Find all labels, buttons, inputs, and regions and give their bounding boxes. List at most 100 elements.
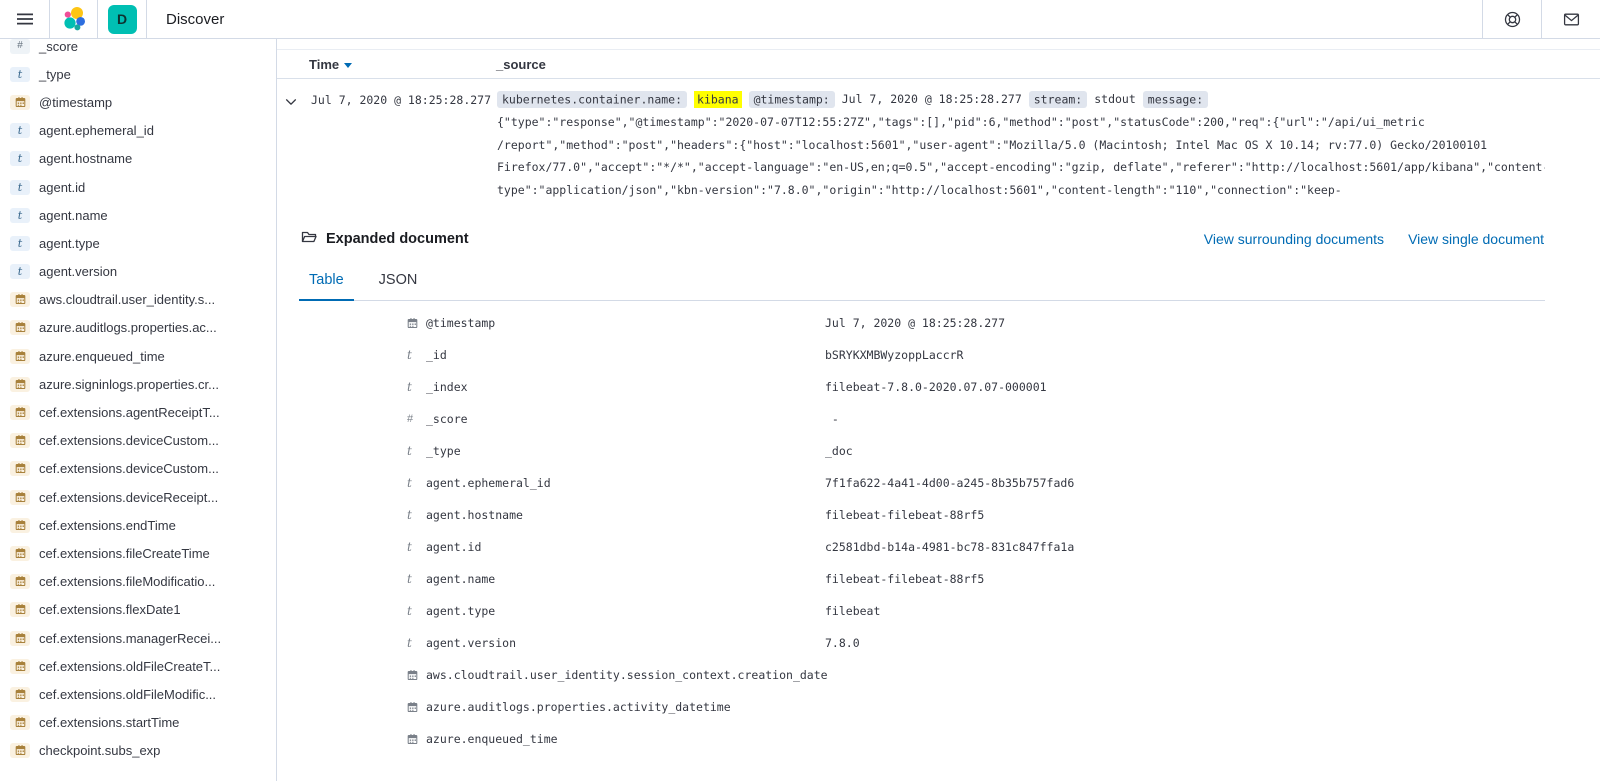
view-surrounding-documents-link[interactable]: View surrounding documents <box>1204 231 1384 247</box>
string-type-icon: t <box>407 605 423 617</box>
sidebar-field-azure-enqueued-time[interactable]: azure.enqueued_time <box>0 342 276 370</box>
string-type-icon: t <box>407 573 423 585</box>
view-single-document-link[interactable]: View single document <box>1408 231 1544 247</box>
sidebar-field-label: checkpoint.subs_exp <box>39 743 160 758</box>
doc-field-row-score: #_score - <box>277 403 1600 435</box>
document-row: Jul 7, 2020 @ 18:25:28.277 kubernetes.co… <box>277 79 1600 201</box>
sidebar-field-cef-extensions-devicecustom[interactable]: cef.extensions.deviceCustom... <box>0 427 276 455</box>
elastic-logo-icon[interactable] <box>50 0 97 38</box>
date-type-icon <box>10 461 30 476</box>
doc-field-name: _id <box>426 348 825 362</box>
doc-field-value: filebeat-filebeat-88rf5 <box>825 508 1600 522</box>
sidebar-field-aws-cloudtrail-user-identity-s[interactable]: aws.cloudtrail.user_identity.s... <box>0 286 276 314</box>
sidebar-field-cef-extensions-oldfilecreatet[interactable]: cef.extensions.oldFileCreateT... <box>0 652 276 680</box>
sidebar-field-label: cef.extensions.managerRecei... <box>39 631 221 646</box>
doc-viewer-table: @timestampJul 7, 2020 @ 18:25:28.277t_id… <box>277 307 1600 755</box>
string-type-icon: t <box>10 208 30 223</box>
doc-field-row-agent-type: tagent.typefilebeat <box>277 595 1600 627</box>
date-type-icon <box>10 574 30 589</box>
sidebar-field-label: cef.extensions.deviceCustom... <box>39 433 219 448</box>
date-type-icon <box>10 405 30 420</box>
sidebar-field-azure-signinlogs-properties-cr[interactable]: azure.signinlogs.properties.cr... <box>0 370 276 398</box>
sidebar-field-label: cef.extensions.endTime <box>39 518 176 533</box>
sidebar-field-agent-name[interactable]: t agent.name <box>0 201 276 229</box>
sidebar-field-agent-version[interactable]: tagent.version <box>0 258 276 286</box>
document-source-text: /report","method":"post","headers":{"hos… <box>497 134 1545 156</box>
sidebar-field-cef-extensions-oldfilemodific[interactable]: cef.extensions.oldFileModific... <box>0 680 276 708</box>
document-source-text: {"type":"response","@timestamp":"2020-07… <box>497 111 1545 133</box>
string-type-icon: t <box>407 349 423 361</box>
doc-field-value: 7.8.0 <box>825 636 1600 650</box>
doc-field-value: Jul 7, 2020 @ 18:25:28.277 <box>825 316 1600 330</box>
sidebar-field-timestamp[interactable]: @timestamp <box>0 88 276 116</box>
sidebar-field-cef-extensions-flexdate1[interactable]: cef.extensions.flexDate1 <box>0 596 276 624</box>
sidebar-field-label: azure.signinlogs.properties.cr... <box>39 377 219 392</box>
sidebar-field-agent-ephemeral-id[interactable]: tagent.ephemeral_id <box>0 117 276 145</box>
time-column-header[interactable]: Time <box>309 57 496 72</box>
date-type-icon <box>10 377 30 392</box>
string-type-icon: t <box>10 123 30 138</box>
date-type-icon <box>407 734 423 745</box>
doc-field-name: @timestamp <box>426 316 825 330</box>
sidebar-field-cef-extensions-devicereceipt[interactable]: cef.extensions.deviceReceipt... <box>0 483 276 511</box>
date-type-icon <box>10 320 30 335</box>
date-type-icon <box>10 743 30 758</box>
sidebar-field-label: agent.name <box>39 208 108 223</box>
sidebar-field-cef-extensions-devicecustom[interactable]: cef.extensions.deviceCustom... <box>0 455 276 483</box>
newsfeed-icon[interactable] <box>1563 11 1580 28</box>
sidebar-field-type[interactable]: t_type <box>0 60 276 88</box>
tab-json[interactable]: JSON <box>369 267 428 300</box>
sidebar-field-azure-auditlogs-properties-ac[interactable]: azure.auditlogs.properties.ac... <box>0 314 276 342</box>
document-time: Jul 7, 2020 @ 18:25:28.277 <box>311 88 497 107</box>
document-source-text: Firefox/77.0","accept":"*/*","accept-lan… <box>497 156 1545 178</box>
sidebar-field-cef-extensions-managerrecei[interactable]: cef.extensions.managerRecei... <box>0 624 276 652</box>
doc-field-row-agent-version: tagent.version7.8.0 <box>277 627 1600 659</box>
doc-field-name: agent.id <box>426 540 825 554</box>
doc-field-row-agent-ephemeral-id: tagent.ephemeral_id7f1fa622-4a41-4d00-a2… <box>277 467 1600 499</box>
sidebar-field-score[interactable]: #_score <box>0 39 276 60</box>
sidebar-field-label: azure.auditlogs.properties.ac... <box>39 320 217 335</box>
date-type-icon <box>10 292 30 307</box>
sidebar-field-label: aws.cloudtrail.user_identity.s... <box>39 292 215 307</box>
source-field-badge: kubernetes.container.name: <box>497 91 687 108</box>
string-type-icon: t <box>407 381 423 393</box>
document-source-text: type":"application/json","kbn-version":"… <box>497 179 1545 201</box>
sidebar-field-label: cef.extensions.agentReceiptT... <box>39 405 220 420</box>
doc-field-name: azure.enqueued_time <box>426 732 825 746</box>
date-type-icon <box>10 518 30 533</box>
tab-table[interactable]: Table <box>299 267 354 300</box>
string-type-icon: t <box>407 509 423 521</box>
sidebar-field-agent-id[interactable]: t agent.id <box>0 173 276 201</box>
doc-field-name: _index <box>426 380 825 394</box>
doc-field-row-agent-name: tagent.namefilebeat-filebeat-88rf5 <box>277 563 1600 595</box>
sidebar-field-agent-type[interactable]: tagent.type <box>0 229 276 257</box>
sidebar-field-label: cef.extensions.flexDate1 <box>39 602 181 617</box>
collapse-row-icon[interactable] <box>282 93 300 111</box>
date-type-icon <box>10 349 30 364</box>
date-type-icon <box>10 715 30 730</box>
sidebar-field-label: cef.extensions.fileModificatio... <box>39 574 215 589</box>
source-value: stdout <box>1094 92 1136 106</box>
sidebar-field-label: agent.version <box>39 264 117 279</box>
sidebar-field-cef-extensions-agentreceiptt[interactable]: cef.extensions.agentReceiptT... <box>0 398 276 426</box>
string-type-icon: t <box>10 180 30 195</box>
sidebar-field-cef-extensions-filecreatetime[interactable]: cef.extensions.fileCreateTime <box>0 539 276 567</box>
sidebar-field-label: agent.id <box>39 180 85 195</box>
doc-field-value: filebeat <box>825 604 1600 618</box>
expanded-document-title: Expanded document <box>326 231 469 247</box>
menu-icon[interactable] <box>0 0 49 38</box>
sidebar-field-cef-extensions-filemodificatio[interactable]: cef.extensions.fileModificatio... <box>0 568 276 596</box>
highlighted-source-value: kibana <box>694 91 742 108</box>
sidebar-field-label: cef.extensions.deviceCustom... <box>39 461 219 476</box>
doc-field-value: c2581dbd-b14a-4981-bc78-831c847ffa1a <box>825 540 1600 554</box>
string-type-icon: t <box>407 477 423 489</box>
field-sidebar: #_scoret_type@timestamptagent.ephemeral_… <box>0 39 277 781</box>
sidebar-field-cef-extensions-endtime[interactable]: cef.extensions.endTime <box>0 511 276 539</box>
sidebar-field-cef-extensions-starttime[interactable]: cef.extensions.startTime <box>0 709 276 737</box>
help-icon[interactable] <box>1504 11 1521 28</box>
space-avatar[interactable]: D <box>108 5 137 34</box>
sidebar-field-checkpoint-subs-exp[interactable]: checkpoint.subs_exp <box>0 737 276 765</box>
sidebar-field-agent-hostname[interactable]: tagent.hostname <box>0 145 276 173</box>
date-type-icon <box>407 702 423 713</box>
doc-field-name: agent.type <box>426 604 825 618</box>
